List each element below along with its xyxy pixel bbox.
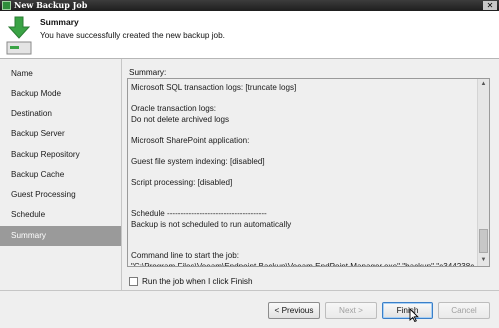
scroll-down-arrow-icon[interactable]: ▼ bbox=[478, 255, 489, 266]
cancel-button[interactable]: Cancel bbox=[438, 302, 490, 319]
sidebar-item-backup-mode[interactable]: Backup Mode bbox=[0, 84, 121, 104]
sidebar-item-backup-server[interactable]: Backup Server bbox=[0, 124, 121, 144]
wizard-steps-sidebar: Name Backup Mode Destination Backup Serv… bbox=[0, 59, 121, 290]
sidebar-item-backup-cache[interactable]: Backup Cache bbox=[0, 165, 121, 185]
close-window-button[interactable]: ✕ bbox=[483, 1, 497, 10]
veeam-app-icon bbox=[2, 1, 11, 10]
page-subtitle: You have successfully created the new ba… bbox=[40, 31, 225, 40]
sidebar-item-destination[interactable]: Destination bbox=[0, 104, 121, 124]
summary-text: Microsoft SQL transaction logs: [truncat… bbox=[131, 83, 477, 267]
previous-button[interactable]: < Previous bbox=[268, 302, 320, 319]
window-title: New Backup Job bbox=[14, 0, 88, 10]
page-title: Summary bbox=[40, 17, 79, 27]
sidebar-item-guest-processing[interactable]: Guest Processing bbox=[0, 185, 121, 205]
wizard-header: Summary You have successfully created th… bbox=[0, 11, 499, 58]
mouse-cursor-icon bbox=[409, 308, 419, 322]
sidebar-item-name[interactable]: Name bbox=[0, 64, 121, 84]
sidebar-item-schedule[interactable]: Schedule bbox=[0, 205, 121, 225]
sidebar-item-backup-repository[interactable]: Backup Repository bbox=[0, 145, 121, 165]
sidebar-item-summary[interactable]: Summary bbox=[0, 226, 121, 246]
window-titlebar: New Backup Job ✕ bbox=[0, 0, 499, 11]
run-job-checkbox-label[interactable]: Run the job when I click Finish bbox=[142, 276, 253, 288]
summary-label: Summary: bbox=[129, 68, 167, 77]
summary-textbox[interactable]: Microsoft SQL transaction logs: [truncat… bbox=[127, 78, 490, 267]
run-job-checkbox[interactable] bbox=[129, 277, 138, 286]
finish-button[interactable]: Finish bbox=[382, 302, 433, 319]
download-arrow-icon bbox=[6, 16, 32, 55]
summary-scrollbar[interactable]: ▲ ▼ bbox=[477, 79, 489, 266]
next-button[interactable]: Next > bbox=[325, 302, 377, 319]
scroll-up-arrow-icon[interactable]: ▲ bbox=[478, 79, 489, 90]
scroll-thumb[interactable] bbox=[479, 229, 488, 253]
